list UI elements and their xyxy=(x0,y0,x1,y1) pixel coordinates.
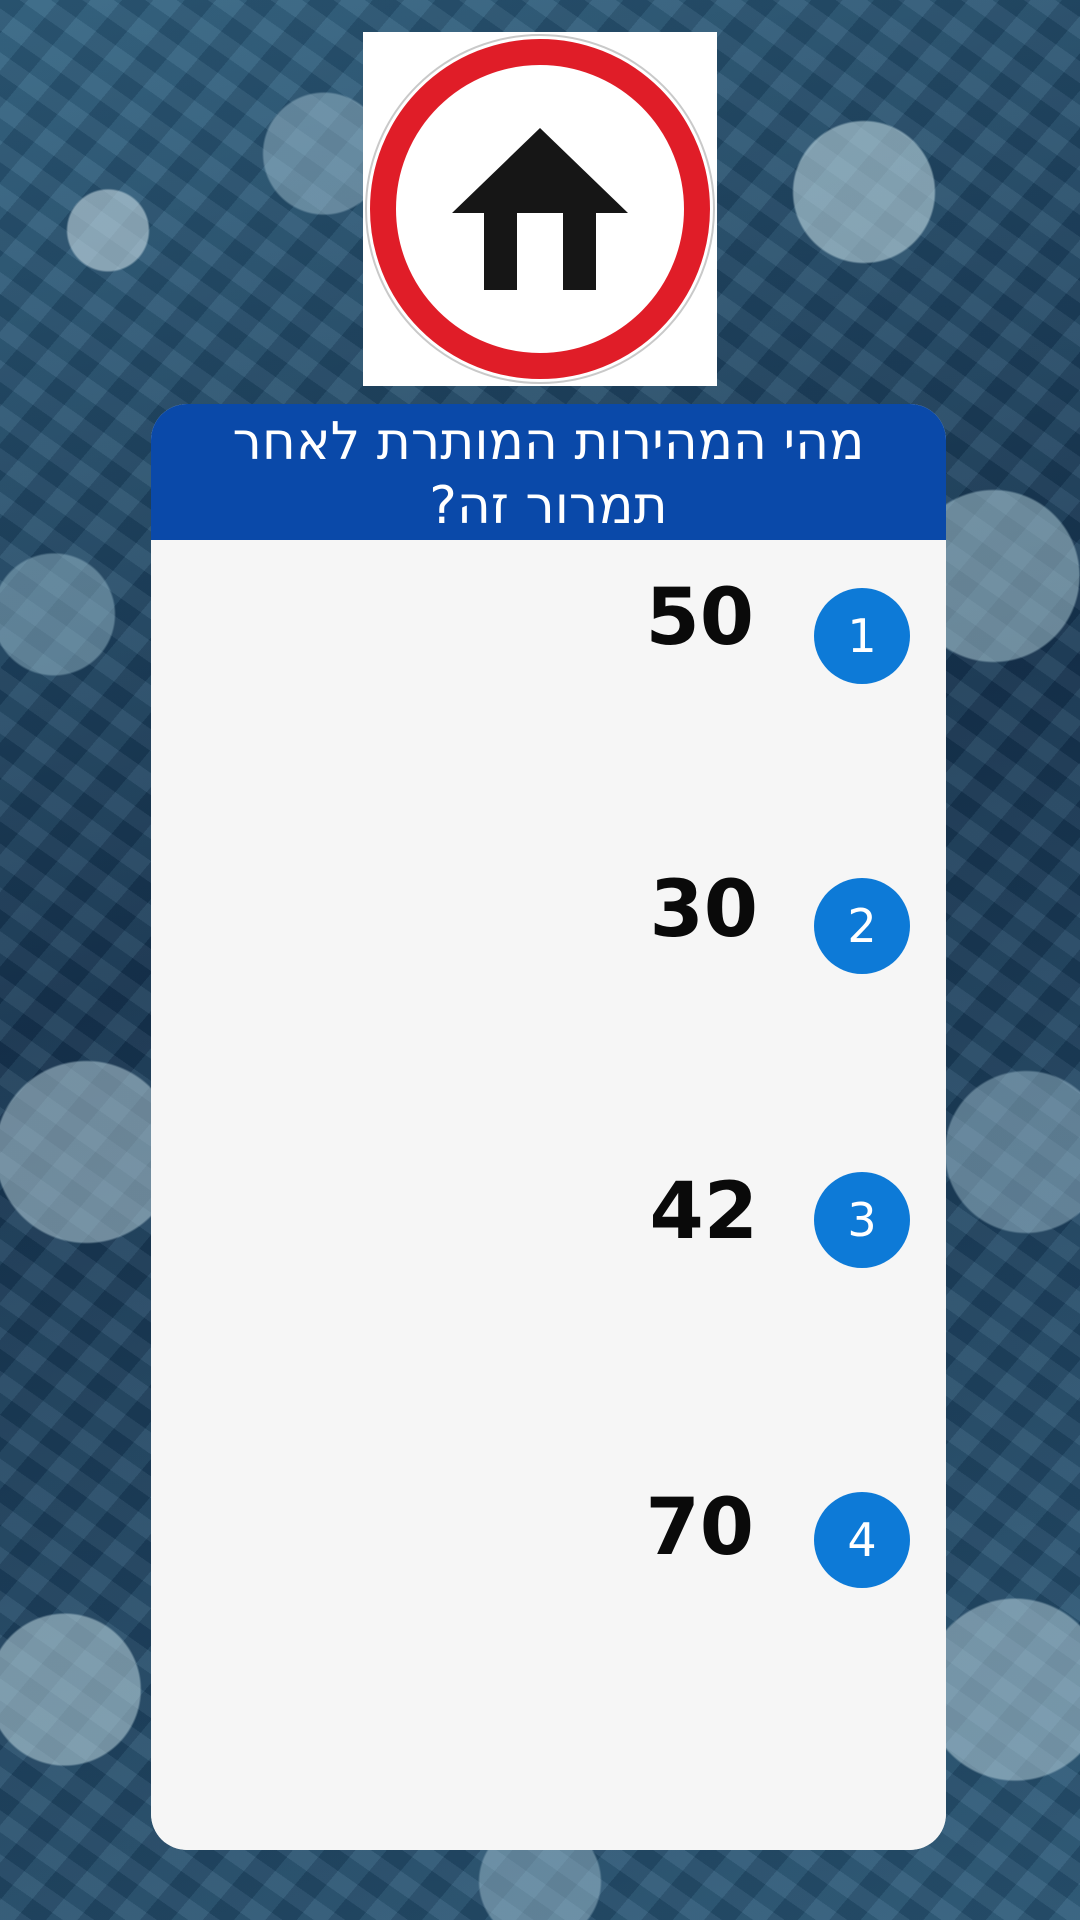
answer-option-2[interactable]: 30 2 xyxy=(150,865,910,978)
answer-number-badge: 1 xyxy=(814,588,910,684)
answer-value: 50 xyxy=(645,573,754,663)
answer-number-badge: 3 xyxy=(814,1172,910,1268)
answer-number-badge: 2 xyxy=(814,878,910,974)
answer-value: 30 xyxy=(649,865,758,955)
answer-option-4[interactable]: 70 4 xyxy=(150,1483,910,1592)
question-bar: מהי המהירות המותרת לאחר תמרור זה? xyxy=(151,404,946,540)
quiz-screen: { "sign": { "icon": "no-entry-except-loc… xyxy=(0,0,1080,1920)
no-entry-except-local-traffic-sign-icon xyxy=(365,34,715,384)
answer-option-3[interactable]: 42 3 xyxy=(150,1167,910,1272)
answer-number-badge: 4 xyxy=(814,1492,910,1588)
answer-value: 70 xyxy=(645,1483,754,1573)
question-text: מהי המהירות המותרת לאחר תמרור זה? xyxy=(232,412,865,536)
traffic-sign-image xyxy=(363,32,717,386)
answer-option-1[interactable]: 50 1 xyxy=(150,573,910,688)
answer-value: 42 xyxy=(649,1167,758,1257)
